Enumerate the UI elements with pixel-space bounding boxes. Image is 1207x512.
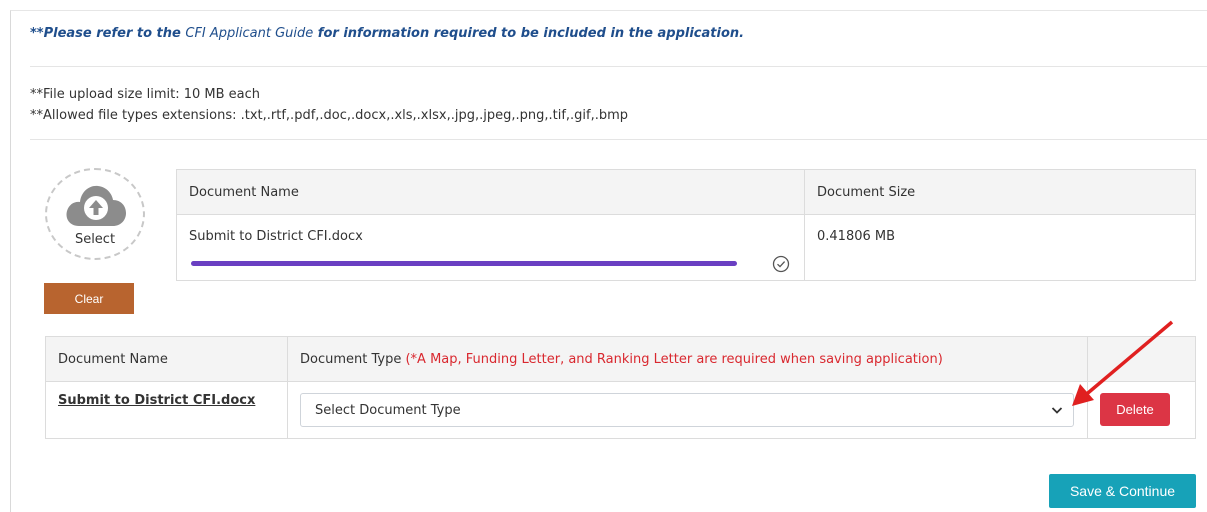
upload-limits: **File upload size limit: 10 MB each **A…: [30, 84, 628, 126]
check-circle-icon: [772, 255, 790, 273]
select-label: Select: [74, 232, 116, 247]
upload-progress-bar: [191, 261, 737, 266]
guide-suffix: for information required to be included …: [313, 26, 745, 41]
guide-notice: **Please refer to the CFI Applicant Guid…: [30, 26, 744, 41]
file-select-dropzone[interactable]: Select: [45, 168, 145, 260]
column-header-document-type: Document Type (*A Map, Funding Letter, a…: [287, 336, 1088, 382]
document-type-value: Select Document Type: [315, 403, 461, 418]
uploaded-files-table: Document Name Document Size Submit to Di…: [176, 169, 1196, 281]
required-documents-note: (*A Map, Funding Letter, and Ranking Let…: [405, 351, 943, 367]
size-limit-text: **File upload size limit: 10 MB each: [30, 87, 261, 102]
guide-prefix: **Please refer to the: [30, 26, 186, 41]
document-link[interactable]: Submit to District CFI.docx: [58, 393, 255, 408]
upload-progress: [189, 254, 792, 273]
uploaded-file-size: 0.41806 MB: [804, 214, 1196, 281]
divider: [30, 139, 1207, 140]
document-type-table: Document Name Document Type (*A Map, Fun…: [45, 336, 1196, 439]
uploaded-file-name: Submit to District CFI.docx: [189, 229, 363, 244]
file-types-text: **Allowed file types extensions: .txt,.r…: [30, 108, 629, 123]
document-type-label: Document Type: [300, 351, 402, 367]
column-header-document-name: Document Name: [45, 336, 288, 382]
clear-button[interactable]: Clear: [44, 283, 134, 314]
cloud-upload-icon: [66, 185, 126, 226]
guide-link[interactable]: CFI Applicant Guide: [185, 26, 313, 41]
table-row: Submit to District CFI.docx Select Docum…: [45, 381, 1196, 439]
document-type-select[interactable]: Select Document Type: [300, 393, 1074, 427]
column-header-document-size: Document Size: [804, 169, 1196, 215]
save-and-continue-button[interactable]: Save & Continue: [1049, 474, 1196, 508]
annotation-arrow-icon: [1072, 320, 1174, 406]
document-type-cell: Select Document Type: [287, 381, 1088, 439]
uploaded-file-cell: Submit to District CFI.docx: [176, 214, 805, 281]
column-header-document-name: Document Name: [176, 169, 805, 215]
document-name-cell: Submit to District CFI.docx: [45, 381, 288, 439]
table-row: Submit to District CFI.docx 0.41806 MB: [176, 214, 1196, 281]
divider: [30, 66, 1207, 67]
